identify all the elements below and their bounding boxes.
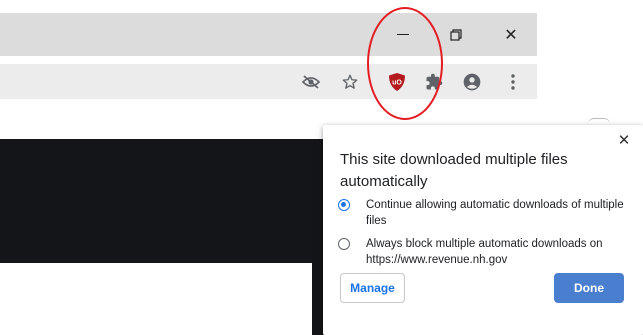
more-menu-icon xyxy=(511,74,515,90)
restore-icon xyxy=(450,28,462,41)
done-button[interactable]: Done xyxy=(554,273,624,303)
profile-button[interactable] xyxy=(458,68,486,96)
bookmark-star-button[interactable] xyxy=(336,68,364,96)
block-downloads-option[interactable]: Always block multiple automatic download… xyxy=(338,236,628,268)
dialog-title: This site downloaded multiple files auto… xyxy=(340,151,568,190)
block-downloads-label: Always block multiple automatic download… xyxy=(366,238,603,266)
browser-toolbar xyxy=(0,64,537,99)
multiple-downloads-dialog: ✕ This site downloaded multiple files au… xyxy=(323,125,643,335)
dialog-close-button[interactable]: ✕ xyxy=(615,131,633,149)
manage-button[interactable]: Manage xyxy=(340,273,405,303)
page-dark-banner xyxy=(0,139,324,263)
close-window-button[interactable]: ✕ xyxy=(488,13,534,56)
allow-downloads-label: Continue allowing automatic downloads of… xyxy=(366,199,624,227)
star-icon xyxy=(342,74,358,89)
allow-downloads-option[interactable]: Continue allowing automatic downloads of… xyxy=(338,197,628,229)
radio-button-selected[interactable] xyxy=(338,199,350,211)
close-icon: ✕ xyxy=(617,131,631,149)
close-icon: ✕ xyxy=(504,25,518,44)
annotation-circle xyxy=(367,7,443,120)
eye-off-icon xyxy=(301,75,321,89)
browser-menu-button[interactable] xyxy=(499,68,527,96)
account-icon xyxy=(463,73,481,91)
radio-button[interactable] xyxy=(338,238,350,250)
tracking-blocked-button[interactable] xyxy=(297,68,325,96)
